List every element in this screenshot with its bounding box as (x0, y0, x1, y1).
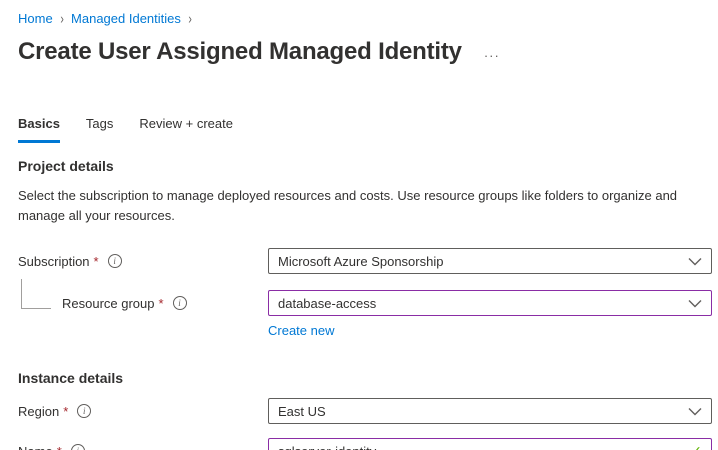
resource-group-row: Resource group * i database-access (18, 290, 712, 316)
tab-bar: Basics Tags Review + create (18, 116, 712, 144)
subscription-row: Subscription * i Microsoft Azure Sponsor… (18, 248, 712, 274)
info-icon[interactable]: i (71, 444, 85, 450)
name-label-group: Name * i (18, 444, 268, 450)
resource-group-label: Resource group (62, 296, 155, 311)
chevron-down-icon (688, 299, 702, 308)
tab-tags[interactable]: Tags (86, 116, 113, 143)
name-label: Name (18, 444, 53, 450)
region-label: Region (18, 404, 59, 419)
required-asterisk: * (57, 444, 62, 450)
more-options-icon[interactable]: ··· (484, 48, 500, 63)
tab-review-create[interactable]: Review + create (139, 116, 233, 143)
required-asterisk: * (94, 254, 99, 269)
chevron-down-icon (688, 257, 702, 266)
region-dropdown[interactable]: East US (268, 398, 712, 424)
instance-details-heading: Instance details (18, 370, 712, 386)
breadcrumb-separator-icon: › (60, 10, 63, 27)
name-row: Name * i ✓ (18, 438, 712, 450)
subscription-label-group: Subscription * i (18, 254, 268, 269)
name-input[interactable] (278, 444, 684, 450)
subscription-dropdown[interactable]: Microsoft Azure Sponsorship (268, 248, 712, 274)
tab-basics[interactable]: Basics (18, 116, 60, 143)
info-icon[interactable]: i (173, 296, 187, 310)
required-asterisk: * (63, 404, 68, 419)
info-icon[interactable]: i (77, 404, 91, 418)
valid-check-icon: ✓ (690, 443, 702, 450)
page-title: Create User Assigned Managed Identity (18, 38, 462, 66)
hierarchy-connector (21, 279, 51, 309)
breadcrumb-home-link[interactable]: Home (18, 11, 53, 26)
create-identity-page: Home › Managed Identities › Create User … (0, 0, 712, 450)
breadcrumb-managed-identities-link[interactable]: Managed Identities (71, 11, 181, 26)
resource-group-label-group: Resource group * i (18, 296, 268, 311)
resource-group-dropdown[interactable]: database-access (268, 290, 712, 316)
region-label-group: Region * i (18, 404, 268, 419)
resource-group-dropdown-value: database-access (278, 296, 376, 311)
name-input-wrap: ✓ (268, 438, 712, 450)
required-asterisk: * (159, 296, 164, 311)
subscription-label: Subscription (18, 254, 90, 269)
create-new-resource-group-link[interactable]: Create new (268, 323, 334, 338)
info-icon[interactable]: i (108, 254, 122, 268)
project-details-description: Select the subscription to manage deploy… (18, 186, 694, 226)
chevron-down-icon (688, 407, 702, 416)
region-dropdown-value: East US (278, 404, 326, 419)
project-details-heading: Project details (18, 158, 712, 174)
subscription-dropdown-value: Microsoft Azure Sponsorship (278, 254, 443, 269)
title-row: Create User Assigned Managed Identity ··… (18, 38, 712, 66)
breadcrumb-separator-icon: › (188, 10, 191, 27)
breadcrumb: Home › Managed Identities › (18, 10, 712, 26)
region-row: Region * i East US (18, 398, 712, 424)
